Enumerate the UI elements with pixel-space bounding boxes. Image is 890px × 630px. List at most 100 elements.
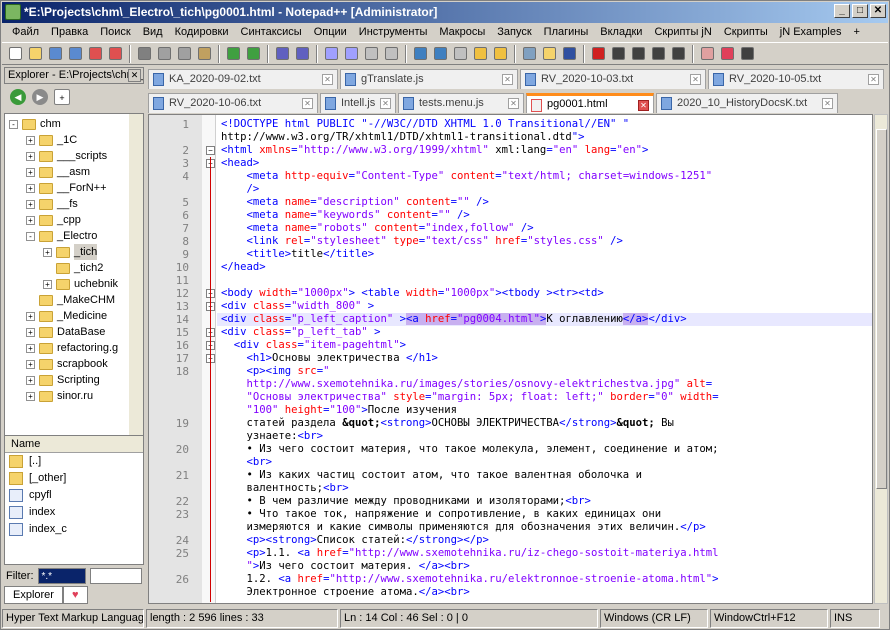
expand-icon[interactable]: +: [43, 279, 52, 289]
new-button[interactable]: [6, 44, 25, 63]
menu-3[interactable]: Вид: [137, 23, 169, 42]
editor-tab[interactable]: RV_2020-10-06.txt ✕: [148, 93, 318, 113]
zoom-out-button[interactable]: [342, 44, 361, 63]
tab-close-icon[interactable]: ✕: [322, 74, 333, 85]
copy-button[interactable]: [175, 44, 194, 63]
close-button[interactable]: [86, 44, 105, 63]
scrollbar-thumb[interactable]: [876, 129, 887, 489]
expand-icon[interactable]: +: [26, 199, 35, 209]
save-all-button[interactable]: [66, 44, 85, 63]
udl-button[interactable]: [471, 44, 490, 63]
file-list-item[interactable]: cpyfl: [5, 487, 143, 504]
menu-15[interactable]: +: [848, 23, 866, 42]
menu-1[interactable]: Правка: [45, 23, 94, 42]
tree-item[interactable]: + __ForN++: [26, 180, 107, 196]
minimize-button[interactable]: _: [834, 4, 850, 18]
expand-icon[interactable]: -: [9, 119, 18, 129]
wrap-button[interactable]: [411, 44, 430, 63]
menu-9[interactable]: Запуск: [491, 23, 537, 42]
file-list-item[interactable]: index: [5, 504, 143, 521]
tab-close-icon[interactable]: ✕: [822, 98, 833, 109]
redo-button[interactable]: [244, 44, 263, 63]
editor-tab[interactable]: RV_2020-10-03.txt ✕: [520, 69, 706, 89]
expand-icon[interactable]: +: [26, 327, 35, 337]
function-list-button[interactable]: [520, 44, 539, 63]
tree-scrollbar[interactable]: [129, 114, 143, 474]
tab-close-icon[interactable]: ✕: [502, 74, 513, 85]
tree-item[interactable]: + sinor.ru: [26, 388, 93, 404]
editor-tab[interactable]: pg0001.html ✕: [526, 93, 654, 113]
tab-close-icon[interactable]: ✕: [380, 98, 391, 109]
find-button[interactable]: [273, 44, 292, 63]
new-file-icon[interactable]: +: [54, 89, 70, 105]
tree-item[interactable]: _MakeCHM: [26, 292, 115, 308]
expand-icon[interactable]: +: [26, 311, 35, 321]
filter-dropdown[interactable]: [89, 568, 142, 584]
back-icon[interactable]: ◀: [10, 89, 26, 105]
tab-favorites[interactable]: ♥: [62, 586, 88, 604]
tree-item[interactable]: + DataBase: [26, 324, 105, 340]
expand-icon[interactable]: +: [26, 343, 35, 353]
code-editor[interactable]: 1 2 3 4 5 6 7 8 9 10 11 12 13 14 15 16 17 18 19 20 21 22 23 24 2…: [148, 114, 873, 604]
close-all-button[interactable]: [106, 44, 125, 63]
expand-icon[interactable]: +: [26, 359, 35, 369]
expand-icon[interactable]: +: [26, 167, 35, 177]
tree-item[interactable]: + __fs: [26, 196, 78, 212]
tab-explorer[interactable]: Explorer: [4, 586, 63, 604]
print-button[interactable]: [135, 44, 154, 63]
tree-item[interactable]: - _Electro: [26, 228, 97, 244]
menu-13[interactable]: Скрипты: [718, 23, 774, 42]
save-macro-button[interactable]: [669, 44, 688, 63]
show-all-button[interactable]: [431, 44, 450, 63]
close-button[interactable]: ✕: [870, 4, 886, 18]
editor-tab[interactable]: 2020_10_HistoryDocsK.txt ✕: [656, 93, 838, 113]
tree-item[interactable]: + _1C: [26, 132, 77, 148]
stop-button[interactable]: [609, 44, 628, 63]
editor-tab[interactable]: gTranslate.js ✕: [340, 69, 518, 89]
menu-8[interactable]: Макросы: [433, 23, 491, 42]
expand-icon[interactable]: +: [26, 135, 35, 145]
tab-close-icon[interactable]: ✕: [302, 98, 313, 109]
expand-icon[interactable]: +: [26, 183, 35, 193]
cut-button[interactable]: [155, 44, 174, 63]
explorer-close-icon[interactable]: ✕: [128, 69, 141, 82]
save-button[interactable]: [46, 44, 65, 63]
menu-0[interactable]: Файл: [6, 23, 45, 42]
spell-button[interactable]: [698, 44, 717, 63]
column-name[interactable]: Name: [5, 436, 143, 453]
tree-item[interactable]: + refactoring.g: [26, 340, 118, 356]
paste-button[interactable]: [195, 44, 214, 63]
editor-tab[interactable]: tests.menu.js ✕: [398, 93, 524, 113]
tree-item[interactable]: + scrapbook: [26, 356, 108, 372]
filter-input[interactable]: *.*: [37, 568, 86, 584]
zoom-in-button[interactable]: [322, 44, 341, 63]
expand-icon[interactable]: +: [26, 375, 35, 385]
menu-6[interactable]: Опции: [308, 23, 353, 42]
menu-5[interactable]: Синтаксисы: [235, 23, 308, 42]
menu-10[interactable]: Плагины: [538, 23, 595, 42]
maximize-button[interactable]: □: [852, 4, 868, 18]
tab-close-icon[interactable]: ✕: [638, 100, 649, 111]
file-list-item[interactable]: [_other]: [5, 470, 143, 487]
heart-button[interactable]: [718, 44, 737, 63]
expand-icon[interactable]: [26, 295, 35, 305]
editor-scrollbar[interactable]: [874, 114, 888, 604]
run-multiple-button[interactable]: [649, 44, 668, 63]
tree-item[interactable]: _tich2: [43, 260, 103, 276]
tab-close-icon[interactable]: ✕: [690, 74, 701, 85]
file-list-item[interactable]: index_c: [5, 521, 143, 538]
expand-icon[interactable]: +: [43, 247, 52, 257]
editor-tab[interactable]: Intell.js ✕: [320, 93, 396, 113]
file-list-item[interactable]: [..]: [5, 453, 143, 470]
menu-7[interactable]: Инструменты: [353, 23, 434, 42]
expand-icon[interactable]: -: [26, 231, 35, 241]
menu-12[interactable]: Скрипты jN: [648, 23, 717, 42]
menu-2[interactable]: Поиск: [94, 23, 136, 42]
editor-tab[interactable]: KA_2020-09-02.txt ✕: [148, 69, 338, 89]
replace-button[interactable]: [293, 44, 312, 63]
open-button[interactable]: [26, 44, 45, 63]
menu-4[interactable]: Кодировки: [169, 23, 235, 42]
play-button[interactable]: [629, 44, 648, 63]
tree-item[interactable]: + _tich: [43, 244, 98, 260]
expand-icon[interactable]: +: [26, 151, 35, 161]
